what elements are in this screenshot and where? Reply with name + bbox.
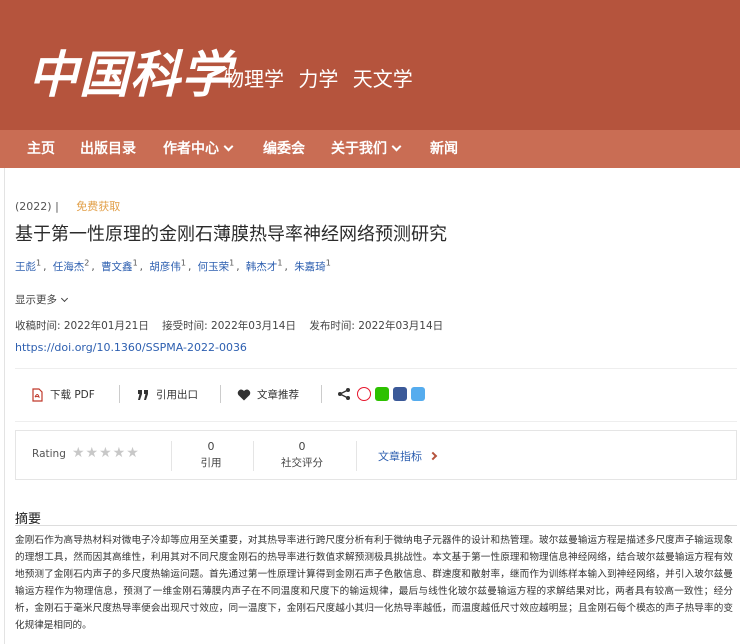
- published-date: 发布时间: 2022年03月14日: [309, 320, 444, 332]
- recommend-button[interactable]: 文章推荐: [237, 387, 299, 402]
- metrics-divider: [253, 441, 254, 471]
- toolbar-divider: [321, 385, 322, 403]
- author-link[interactable]: 韩杰才1: [246, 258, 283, 273]
- article-metrics: Rating ★★★★★ 0 引用 0 社交评分 文章指标: [15, 430, 737, 480]
- abstract-divider: [15, 525, 737, 526]
- main-nav: 主页 出版目录 作者中心 编委会 关于我们 新闻: [0, 130, 740, 168]
- chevron-down-icon: [391, 141, 402, 152]
- author-link[interactable]: 任海杰2: [53, 258, 90, 273]
- article-content: (2022) | 免费获取 基于第一性原理的金刚石薄膜热导率神经网络预测研究 王…: [0, 168, 740, 644]
- accepted-date: 接受时间: 2022年03月14日: [162, 320, 296, 332]
- social-count: 0: [298, 440, 306, 453]
- download-pdf-button[interactable]: 下载 PDF: [31, 387, 95, 402]
- social-score-metric: 0 社交评分: [272, 440, 332, 470]
- rating-label: Rating: [32, 448, 66, 460]
- cite-button[interactable]: 引用出口: [137, 387, 198, 402]
- wechat-icon[interactable]: [375, 387, 389, 401]
- metrics-divider: [356, 441, 357, 471]
- article-title: 基于第一性原理的金刚石薄膜热导率神经网络预测研究: [15, 224, 447, 245]
- citations-label: 引用: [200, 457, 222, 469]
- nav-editorial-board[interactable]: 编委会: [263, 130, 305, 168]
- meta-separator: |: [55, 200, 59, 213]
- free-access-badge[interactable]: 免费获取: [76, 200, 120, 213]
- journal-subjects: 物理学 力学 天文学: [224, 63, 421, 92]
- nav-publications[interactable]: 出版目录: [80, 130, 136, 168]
- article-year: (2022): [15, 200, 52, 213]
- nav-news[interactable]: 新闻: [430, 130, 458, 168]
- article-dates: 收稿时间: 2022年01月21日 接受时间: 2022年03月14日 发布时间…: [15, 318, 453, 333]
- nav-author-center[interactable]: 作者中心: [163, 130, 234, 168]
- toolbar-divider: [220, 385, 221, 403]
- author-link[interactable]: 曹文鑫1: [101, 258, 138, 273]
- pdf-icon: [32, 387, 43, 402]
- author-link[interactable]: 朱嘉琦1: [294, 258, 331, 273]
- author-link[interactable]: 王彪1: [15, 258, 41, 273]
- nav-about-us[interactable]: 关于我们: [331, 130, 402, 168]
- subject-mechanics: 力学: [298, 67, 339, 91]
- metrics-divider: [171, 441, 172, 471]
- doi-link[interactable]: https://doi.org/10.1360/SSPMA-2022-0036: [15, 341, 247, 354]
- author-link[interactable]: 胡彦伟1: [149, 258, 186, 273]
- journal-logo[interactable]: 中国科学: [28, 35, 232, 107]
- social-label: 社交评分: [281, 457, 323, 469]
- chevron-down-icon: [60, 294, 69, 303]
- twitter-icon[interactable]: [411, 387, 425, 401]
- quote-icon: [138, 389, 148, 400]
- subject-astronomy: 天文学: [352, 67, 413, 91]
- citations-metric: 0 引用: [191, 440, 231, 470]
- share-group: [337, 387, 429, 401]
- chevron-right-icon: [428, 451, 438, 461]
- chevron-down-icon: [223, 141, 234, 152]
- subject-physics: 物理学: [224, 67, 284, 91]
- nav-home[interactable]: 主页: [27, 130, 55, 168]
- weibo-icon[interactable]: [357, 387, 371, 401]
- toolbar-divider: [119, 385, 120, 403]
- show-more-toggle[interactable]: 显示更多: [15, 292, 69, 307]
- facebook-icon[interactable]: [393, 387, 407, 401]
- author-link[interactable]: 何玉荣1: [198, 258, 235, 273]
- heart-icon: [237, 389, 251, 400]
- article-toolbar: 下载 PDF 引用出口 文章推荐: [15, 368, 737, 422]
- article-indicators-link[interactable]: 文章指标: [378, 448, 438, 464]
- share-icon[interactable]: [337, 387, 351, 401]
- abstract-text: 金刚石作为高导热材料对微电子冷却等应用至关重要，对其热导率进行跨尺度分析有利于微…: [15, 535, 733, 631]
- received-date: 收稿时间: 2022年01月21日: [15, 320, 149, 332]
- author-list: 王彪1, 任海杰2, 曹文鑫1, 胡彦伟1, 何玉荣1, 韩杰才1, 朱嘉琦1: [15, 258, 331, 273]
- rating-stars[interactable]: ★★★★★: [72, 445, 140, 461]
- citations-count: 0: [207, 440, 215, 453]
- site-header: 中国科学 物理学 力学 天文学: [0, 0, 740, 130]
- article-meta: (2022) | 免费获取: [15, 198, 120, 214]
